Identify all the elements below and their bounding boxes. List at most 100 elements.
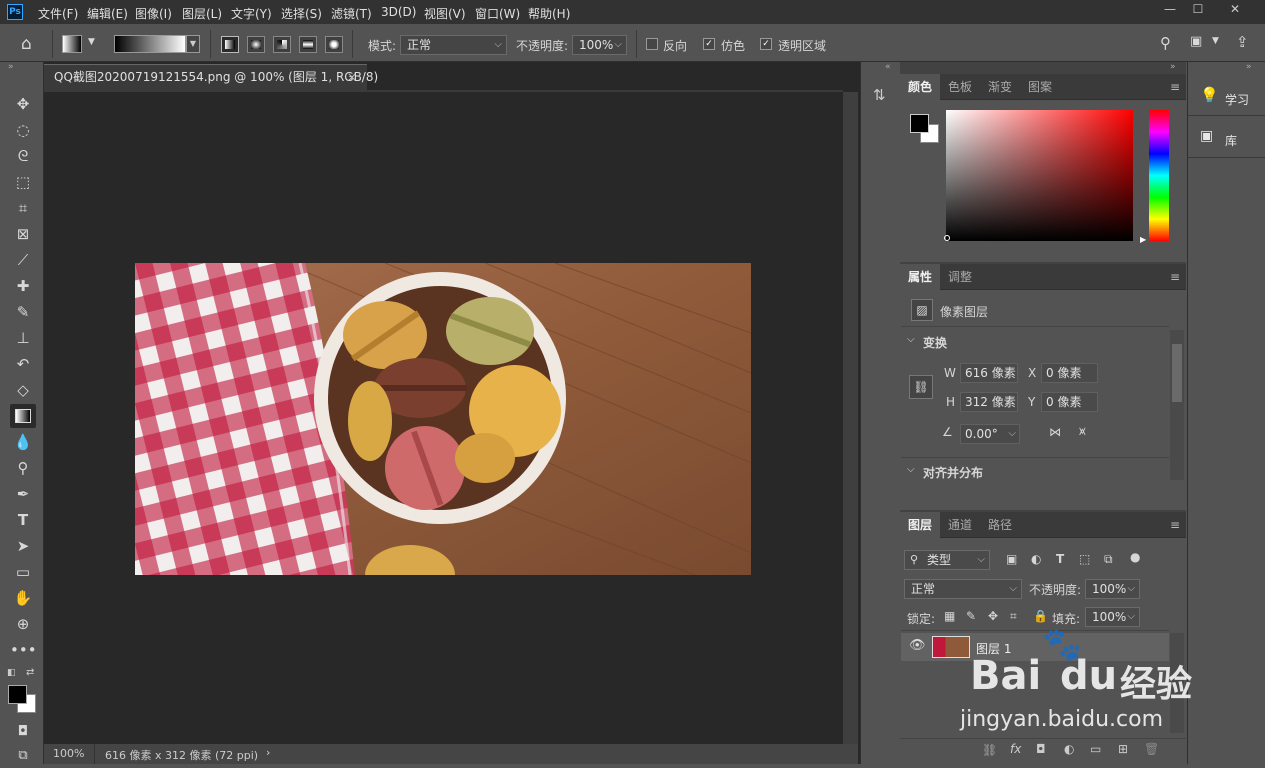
eye-visibility-icon[interactable]: 👁 <box>909 638 926 653</box>
healing-brush-tool-icon[interactable]: ✚ <box>10 274 36 298</box>
lasso-tool-icon[interactable]: ᘓ <box>10 144 36 168</box>
dodge-tool-icon[interactable]: ⚲ <box>10 456 36 480</box>
linear-gradient-button[interactable] <box>221 36 239 53</box>
lock-image-icon[interactable]: ✎ <box>966 609 976 623</box>
collapse-icon[interactable]: » <box>8 62 14 72</box>
color-picker-marker[interactable] <box>944 235 950 241</box>
chevron-down-icon[interactable]: ▼ <box>1212 36 1219 46</box>
eraser-tool-icon[interactable]: ◇ <box>10 378 36 402</box>
scrollbar-thumb[interactable] <box>1172 344 1182 402</box>
align-section-title[interactable]: 对齐并分布 <box>923 464 983 481</box>
diamond-gradient-button[interactable] <box>325 36 343 53</box>
foreground-color-swatch[interactable] <box>8 685 27 704</box>
filter-adjustment-icon[interactable]: ◐ <box>1031 552 1041 566</box>
minimize-button[interactable]: — <box>1155 0 1185 20</box>
gradient-picker-dropdown[interactable]: ▼ <box>186 35 200 53</box>
tab-paths[interactable]: 路径 <box>980 512 1020 538</box>
chevron-down-icon[interactable]: ⌵ <box>907 464 915 475</box>
collapse-icon[interactable]: » <box>1246 62 1252 72</box>
lock-all-icon[interactable]: 🔒 <box>1033 609 1048 623</box>
canvas-image[interactable] <box>135 263 751 575</box>
default-colors-icon[interactable]: ◧ <box>7 668 16 678</box>
crop-tool-icon[interactable]: ⌗ <box>10 196 36 220</box>
add-mask-icon[interactable]: ◘ <box>1036 742 1046 756</box>
swap-colors-icon[interactable]: ⇄ <box>26 667 34 678</box>
y-field[interactable]: 0 像素 <box>1041 392 1098 412</box>
menu-layer[interactable]: 图层(L) <box>182 5 222 22</box>
flip-vertical-icon[interactable]: ⩙ <box>1079 424 1086 439</box>
chevron-down-icon[interactable]: ⌵ <box>907 334 915 345</box>
zoom-level[interactable]: 100% <box>53 747 84 760</box>
move-tool-icon[interactable]: ✥ <box>10 92 36 116</box>
history-icon[interactable]: ⇅ <box>873 86 886 104</box>
eyedropper-tool-icon[interactable]: ⟋ <box>10 248 36 272</box>
close-window-button[interactable]: ✕ <box>1220 0 1250 20</box>
frame-tool-icon[interactable]: ⊠ <box>10 222 36 246</box>
hue-slider-handle-icon[interactable]: ▶ <box>1140 235 1146 244</box>
foreground-color-swatch[interactable] <box>910 114 929 133</box>
chevron-down-icon[interactable]: ▼ <box>88 37 95 47</box>
tab-patterns[interactable]: 图案 <box>1020 74 1060 100</box>
zoom-tool-icon[interactable]: ⊕ <box>10 612 36 636</box>
type-tool-icon[interactable]: T <box>10 508 36 532</box>
gradient-preset-swatch[interactable] <box>62 35 82 53</box>
lock-artboard-icon[interactable]: ⌗ <box>1010 609 1017 624</box>
menu-image[interactable]: 图像(I) <box>135 5 172 22</box>
marquee-tool-icon[interactable]: ◌ <box>10 118 36 142</box>
filter-shape-icon[interactable]: ⬚ <box>1079 552 1090 566</box>
gradient-tool-icon[interactable] <box>10 404 36 428</box>
lock-transparent-icon[interactable]: ▦ <box>944 609 955 623</box>
filter-pixel-icon[interactable]: ▣ <box>1006 552 1017 566</box>
menu-help[interactable]: 帮助(H) <box>528 5 570 22</box>
maximize-button[interactable]: ☐ <box>1183 0 1213 20</box>
hue-slider[interactable] <box>1149 110 1169 241</box>
opacity-input[interactable]: 100% ⌵ <box>572 35 627 55</box>
properties-scrollbar[interactable] <box>1170 330 1184 480</box>
link-layers-icon[interactable]: ⛓ <box>982 743 997 757</box>
fx-icon[interactable]: fx <box>1010 742 1021 756</box>
reflected-gradient-button[interactable] <box>299 36 317 53</box>
dither-checkbox[interactable]: ✓ <box>703 38 715 50</box>
brush-tool-icon[interactable]: ✎ <box>10 300 36 324</box>
menu-type[interactable]: 文字(Y) <box>231 5 272 22</box>
menu-select[interactable]: 选择(S) <box>281 5 322 22</box>
share-icon[interactable]: ⇪ <box>1236 33 1249 51</box>
object-select-tool-icon[interactable]: ⬚ <box>10 170 36 194</box>
blend-mode-dropdown[interactable]: 正常 ⌵ <box>904 579 1022 599</box>
panel-menu-icon[interactable]: ≡ <box>1170 518 1180 532</box>
flip-horizontal-icon[interactable]: ⋈ <box>1049 425 1061 439</box>
reverse-checkbox[interactable] <box>646 38 658 50</box>
document-tab[interactable]: QQ截图20200719121554.png @ 100% (图层 1, RGB… <box>44 64 378 90</box>
tab-properties[interactable]: 属性 <box>900 264 941 290</box>
quick-mask-icon[interactable]: ◘ <box>10 720 36 744</box>
pen-tool-icon[interactable]: ✒ <box>10 482 36 506</box>
workspace-icon[interactable]: ▣ <box>1190 34 1202 49</box>
radial-gradient-button[interactable] <box>247 36 265 53</box>
transparency-checkbox[interactable]: ✓ <box>760 38 772 50</box>
tab-swatches[interactable]: 色板 <box>940 74 980 100</box>
tab-layers[interactable]: 图层 <box>900 512 941 538</box>
screen-mode-icon[interactable]: ⧉ <box>10 744 36 768</box>
layer-filter-dropdown[interactable]: ⚲ 类型 ⌵ <box>904 550 990 570</box>
fill-input[interactable]: 100% ⌵ <box>1085 607 1140 627</box>
menu-file[interactable]: 文件(F) <box>38 5 78 22</box>
new-layer-icon[interactable]: ⊞ <box>1118 742 1128 756</box>
filter-toggle-icon[interactable]: ● <box>1130 550 1140 564</box>
tab-channels[interactable]: 通道 <box>940 512 980 538</box>
search-icon[interactable]: ⚲ <box>1160 34 1171 52</box>
stamp-tool-icon[interactable]: ⊥ <box>10 326 36 350</box>
chevron-right-icon[interactable]: › <box>266 746 270 759</box>
blur-tool-icon[interactable]: 💧 <box>10 430 36 454</box>
link-dimensions-icon[interactable]: ⛓ <box>909 375 933 399</box>
history-brush-tool-icon[interactable]: ↶ <box>10 352 36 376</box>
x-field[interactable]: 0 像素 <box>1041 363 1098 383</box>
transform-section-title[interactable]: 变换 <box>923 334 947 351</box>
panel-menu-icon[interactable]: ≡ <box>1170 270 1180 284</box>
rectangle-tool-icon[interactable]: ▭ <box>10 560 36 584</box>
menu-window[interactable]: 窗口(W) <box>475 5 520 22</box>
menu-3d[interactable]: 3D(D) <box>381 5 416 19</box>
width-field[interactable]: 616 像素 <box>960 363 1018 383</box>
learn-panel-button[interactable]: 💡 学习 <box>1188 76 1265 116</box>
close-tab-icon[interactable]: × <box>347 65 357 89</box>
menu-filter[interactable]: 滤镜(T) <box>331 5 372 22</box>
